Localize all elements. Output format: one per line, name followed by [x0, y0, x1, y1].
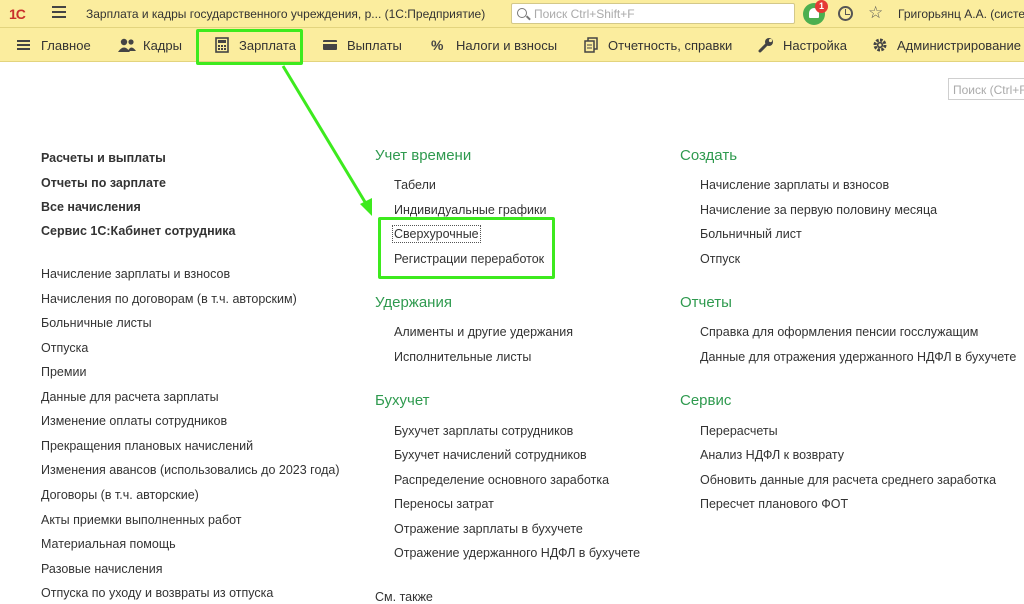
section-title-time-tracking: Учет времени — [375, 147, 472, 164]
link-timesheets[interactable]: Табели — [394, 178, 436, 192]
menu-item-label: Кадры — [143, 37, 182, 53]
main-menu-icon[interactable] — [52, 6, 66, 20]
accounting-link[interactable]: Отражение удержанного НДФЛ в бухучете — [394, 546, 640, 560]
notifications-bell-icon[interactable]: 1 — [803, 0, 828, 25]
section-title-accounting: Бухучет — [375, 392, 430, 409]
left-list-item[interactable]: Начисления по договорам (в т.ч. авторски… — [41, 292, 297, 306]
history-icon[interactable] — [838, 6, 853, 21]
menu-item-staff[interactable]: Кадры — [118, 28, 182, 62]
accounting-link[interactable]: Бухучет начислений сотрудников — [394, 448, 587, 462]
create-link[interactable]: Отпуск — [700, 252, 740, 266]
global-search-placeholder: Поиск Ctrl+Shift+F — [534, 7, 635, 21]
left-list-item[interactable]: Прекращения плановых начислений — [41, 439, 253, 453]
wrench-icon — [758, 37, 774, 53]
link-individual-schedules[interactable]: Индивидуальные графики — [394, 203, 546, 217]
left-list-item[interactable]: Больничные листы — [41, 316, 152, 330]
report-link[interactable]: Данные для отражения удержанного НДФЛ в … — [700, 350, 1016, 364]
link-all-accruals[interactable]: Все начисления — [41, 200, 141, 214]
1c-logo[interactable]: 1С — [9, 6, 26, 22]
title-bar: 1С Зарплата и кадры государственного учр… — [0, 0, 1024, 28]
accounting-link[interactable]: Отражение зарплаты в бухучете — [394, 522, 583, 536]
left-list-item[interactable]: Отпуска — [41, 341, 88, 355]
service-link[interactable]: Пересчет планового ФОТ — [700, 497, 848, 511]
left-list-item[interactable]: Разовые начисления — [41, 562, 163, 576]
menu-item-label: Налоги и взносы — [456, 37, 558, 53]
hamburger-icon — [16, 37, 32, 53]
overtime-links-highlight — [378, 217, 555, 279]
notification-badge: 1 — [815, 0, 828, 13]
menu-item-payments[interactable]: Выплаты — [322, 28, 402, 62]
service-link[interactable]: Перерасчеты — [700, 424, 778, 438]
menu-item-taxes[interactable]: % Налоги и взносы — [431, 28, 557, 62]
report-link[interactable]: Справка для оформления пенсии госслужащи… — [700, 325, 978, 339]
section-title-reports: Отчеты — [680, 294, 732, 311]
percent-icon: % — [431, 37, 444, 53]
left-list-item[interactable]: Материальная помощь — [41, 537, 176, 551]
menu-item-label: Выплаты — [347, 37, 402, 53]
link-employee-cabinet-service[interactable]: Сервис 1С:Кабинет сотрудника — [41, 224, 236, 238]
link-salary-reports[interactable]: Отчеты по зарплате — [41, 176, 166, 190]
left-list-item[interactable]: Премии — [41, 365, 86, 379]
documents-icon — [583, 37, 599, 53]
app-title: Зарплата и кадры государственного учрежд… — [86, 7, 486, 21]
search-icon — [517, 8, 527, 18]
link-calculations-payments[interactable]: Расчеты и выплаты — [41, 151, 166, 165]
wallet-icon — [322, 37, 338, 53]
menu-item-reports[interactable]: Отчетность, справки — [583, 28, 732, 62]
section-title-service: Сервис — [680, 392, 732, 409]
service-link[interactable]: Анализ НДФЛ к возврату — [700, 448, 844, 462]
menu-item-label: Главное — [41, 37, 91, 53]
left-list-item[interactable]: Акты приемки выполненных работ — [41, 513, 242, 527]
create-link[interactable]: Начисление зарплаты и взносов — [700, 178, 889, 192]
link-alimony[interactable]: Алименты и другие удержания — [394, 325, 573, 339]
left-list-item[interactable]: Отпуска по уходу и возвраты из отпуска — [41, 586, 273, 600]
people-icon — [118, 37, 136, 53]
accounting-link[interactable]: Бухучет зарплаты сотрудников — [394, 424, 573, 438]
menu-item-administration[interactable]: Администрирование — [872, 28, 1021, 62]
left-list-item[interactable]: Изменения авансов (использовались до 202… — [41, 463, 340, 477]
section-title-create: Создать — [680, 147, 738, 164]
global-search-input[interactable]: Поиск Ctrl+Shift+F — [511, 3, 795, 24]
menu-item-label: Отчетность, справки — [608, 37, 733, 53]
menu-item-label: Администрирование — [897, 37, 1021, 53]
menu-item-label: Настройка — [783, 37, 847, 53]
left-list-item[interactable]: Договоры (в т.ч. авторские) — [41, 488, 199, 502]
favorites-star-icon[interactable]: ☆ — [868, 3, 883, 23]
gear-icon — [872, 37, 888, 53]
accounting-link[interactable]: Распределение основного заработка — [394, 473, 609, 487]
left-list-item[interactable]: Изменение оплаты сотрудников — [41, 414, 227, 428]
menu-item-main[interactable]: Главное — [16, 28, 91, 62]
current-user[interactable]: Григорьянц А.А. (системн — [898, 7, 1024, 21]
create-link[interactable]: Больничный лист — [700, 227, 802, 241]
salary-menu-highlight — [196, 29, 303, 65]
link-writs-of-execution[interactable]: Исполнительные листы — [394, 350, 531, 364]
left-list-item[interactable]: Данные для расчета зарплаты — [41, 390, 219, 404]
create-link[interactable]: Начисление за первую половину месяца — [700, 203, 937, 217]
see-also-link[interactable]: См. также — [375, 590, 433, 604]
section-title-deductions: Удержания — [375, 294, 452, 311]
section-search-placeholder: Поиск (Ctrl+F) — [953, 83, 1024, 97]
section-search-input[interactable]: Поиск (Ctrl+F) — [948, 78, 1024, 100]
accounting-link[interactable]: Переносы затрат — [394, 497, 494, 511]
service-link[interactable]: Обновить данные для расчета среднего зар… — [700, 473, 996, 487]
section-menu-bar: Главное Кадры Зарплата Выплаты % Налоги … — [0, 28, 1024, 62]
left-list-item[interactable]: Начисление зарплаты и взносов — [41, 267, 230, 281]
menu-item-settings[interactable]: Настройка — [758, 28, 847, 62]
